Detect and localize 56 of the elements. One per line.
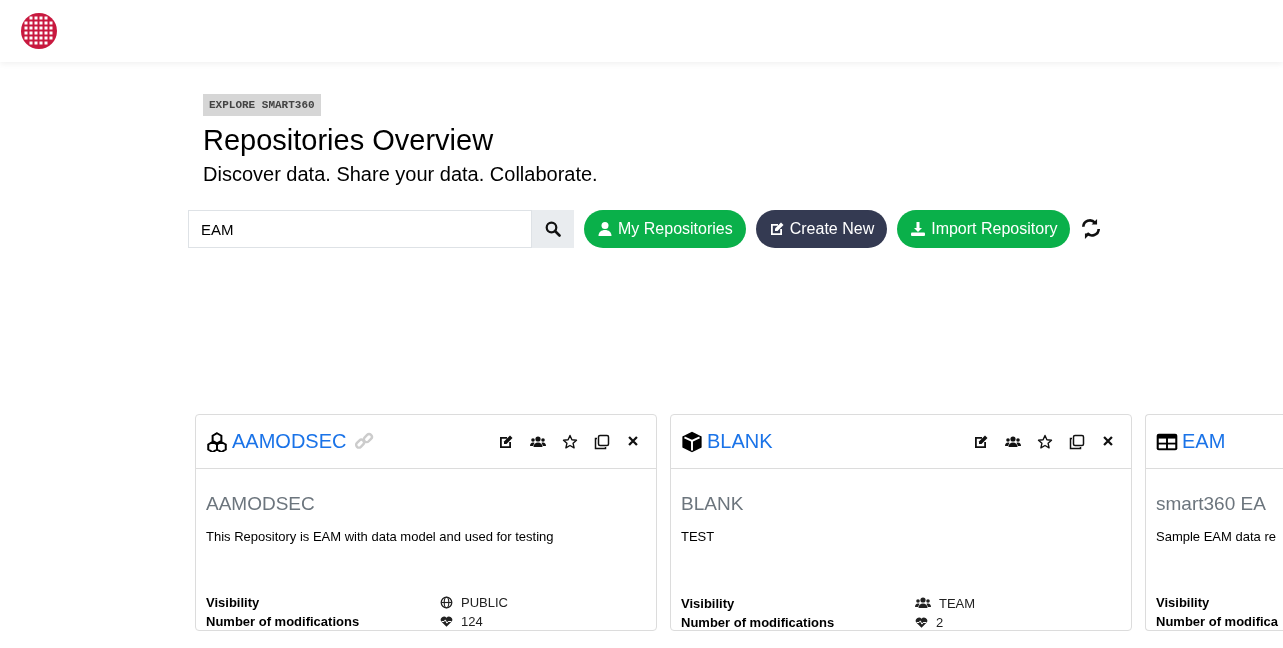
- refresh-icon: [1080, 218, 1103, 240]
- edit-button[interactable]: [498, 433, 514, 450]
- field-label: Visibility: [681, 595, 736, 611]
- heartbeat-icon: [915, 616, 928, 629]
- star-icon: [562, 433, 578, 450]
- cubes-icon: [206, 431, 228, 452]
- search-icon: [545, 221, 561, 237]
- repository-name: smart360 EA: [1156, 493, 1267, 515]
- star-icon: [1037, 433, 1053, 450]
- repository-name: BLANK: [681, 493, 745, 515]
- cube-icon: [681, 430, 703, 453]
- section-badge: EXPLORE SMART360: [203, 94, 321, 116]
- repository-link[interactable]: BLANK: [707, 430, 773, 453]
- field-label: Visibility: [206, 595, 261, 610]
- repository-description: This Repository is EAM with data model and used for testing: [206, 529, 555, 546]
- field-label: Number of modifica: [1156, 614, 1280, 629]
- link-icon: [354, 431, 375, 452]
- field-label: Number of modifications: [681, 615, 836, 630]
- copy-button[interactable]: [1069, 433, 1085, 450]
- favorite-button[interactable]: [562, 433, 578, 450]
- search-field[interactable]: EAM: [188, 210, 532, 248]
- action-button[interactable]: My Repositories: [584, 210, 746, 248]
- modifications-count: 2: [936, 615, 944, 630]
- team-button[interactable]: [1005, 433, 1021, 450]
- refresh-button[interactable]: [1080, 218, 1103, 240]
- visibility-value: PUBLIC: [461, 595, 508, 610]
- team-button[interactable]: [530, 433, 546, 450]
- logo-icon[interactable]: [20, 12, 58, 50]
- favorite-button[interactable]: [1037, 433, 1053, 450]
- heartbeat-icon: [440, 615, 453, 628]
- edit-icon: [973, 433, 989, 450]
- users-icon: [530, 433, 546, 450]
- page-subtitle: Discover data. Share your data. Collaborate.: [203, 163, 599, 186]
- repository-name: AAMODSEC: [206, 493, 316, 515]
- repository-link[interactable]: AAMODSEC: [232, 430, 347, 453]
- repository-link[interactable]: EAM: [1182, 430, 1226, 453]
- modifications-count: 124: [461, 614, 483, 629]
- page-title: Repositories Overview: [203, 124, 495, 157]
- edit-button[interactable]: [973, 433, 989, 450]
- globe-icon: [440, 596, 453, 609]
- users-icon: [1005, 433, 1021, 450]
- edit-icon: [498, 433, 514, 450]
- repository-description: TEST: [681, 529, 716, 546]
- copy-button[interactable]: [594, 433, 610, 450]
- user-icon: [597, 221, 613, 237]
- copy-icon: [594, 433, 610, 450]
- search-button[interactable]: [532, 210, 574, 248]
- action-button[interactable]: Create New: [755, 210, 888, 248]
- field-label: Visibility: [1156, 595, 1211, 610]
- copy-icon: [1069, 433, 1085, 450]
- download-icon: [910, 221, 927, 237]
- edit-icon: [768, 221, 785, 237]
- field-label: Number of modifications: [206, 614, 361, 629]
- users-icon: [915, 595, 931, 611]
- visibility-value: TEAM: [939, 595, 976, 611]
- action-button[interactable]: Import Repository: [897, 210, 1071, 248]
